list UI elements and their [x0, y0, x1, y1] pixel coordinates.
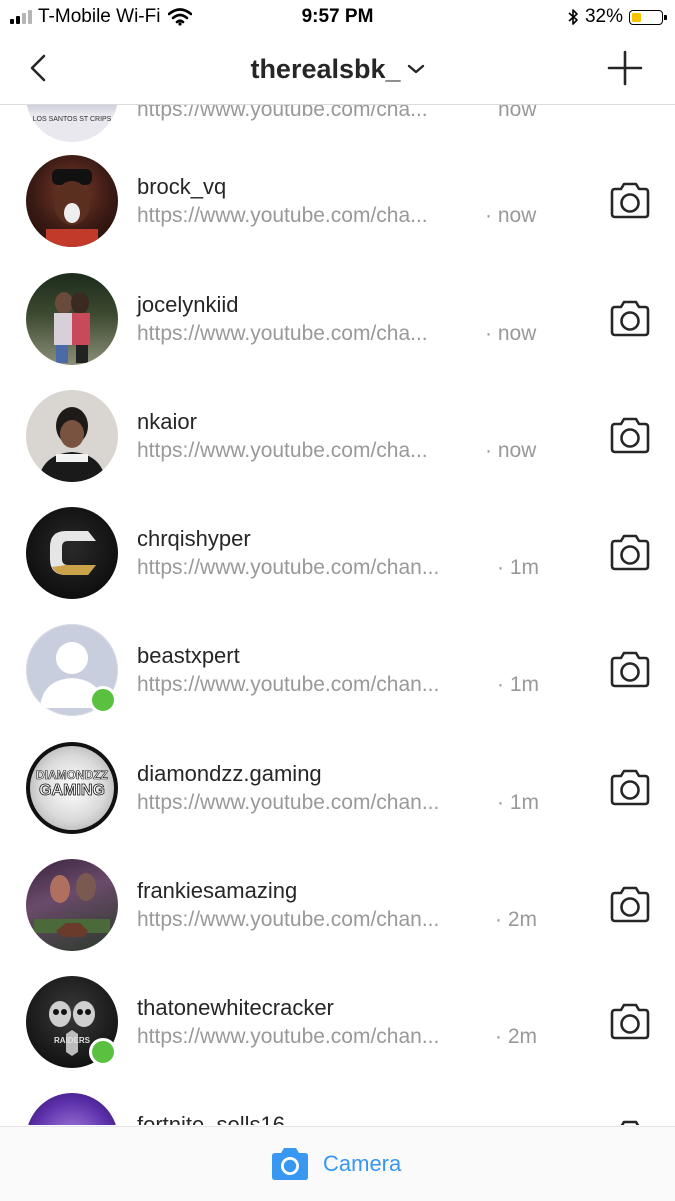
camera-icon[interactable] — [609, 651, 651, 689]
username: jocelynkiid — [137, 292, 239, 317]
chevron-down-icon — [407, 64, 424, 74]
avatar — [26, 1093, 118, 1125]
avatar — [26, 390, 118, 482]
battery-fill — [632, 12, 641, 22]
username: frankiesamazing — [137, 878, 298, 903]
timestamp: · 1m — [497, 556, 539, 579]
message-preview: https://www.youtube.com/chan... — [137, 791, 440, 814]
online-status-dot — [89, 686, 117, 714]
timestamp: · now — [485, 439, 537, 462]
avatar-text: DIAMONDZZ — [36, 768, 109, 783]
username: diamondzz.gaming — [137, 761, 322, 786]
battery-icon — [629, 9, 667, 25]
status-right: 32% — [567, 6, 667, 28]
timestamp: · 2m — [495, 1025, 537, 1048]
bluetooth-icon — [568, 9, 578, 25]
camera-icon[interactable] — [609, 182, 651, 220]
camera-icon[interactable] — [609, 417, 651, 455]
message-preview: https://www.youtube.com/chan... — [137, 908, 440, 931]
thread-row[interactable]: RAIDERS thatonewhitecracker https://www.… — [0, 976, 675, 1094]
avatar-caption: LOS SANTOS ST CRIPS — [32, 116, 112, 123]
page-title: therealsbk_ — [250, 54, 401, 84]
thread-row[interactable]: DIAMONDZZ GAMING diamondzz.gaming https:… — [0, 742, 675, 860]
avatar — [26, 507, 118, 599]
timestamp: now — [498, 105, 537, 121]
avatar-text: GAMING — [39, 782, 106, 800]
avatar — [26, 155, 118, 247]
username: chrqishyper — [137, 526, 251, 551]
message-preview: https://www.youtube.com/cha... — [137, 105, 428, 121]
thread-row[interactable]: beastxpert https://www.youtube.com/chan.… — [0, 624, 675, 742]
camera-icon[interactable] — [609, 534, 651, 572]
timestamp: · 1m — [497, 673, 539, 696]
username: brock_vq — [137, 174, 227, 199]
username: fortnite_sells16 — [137, 1112, 285, 1125]
thread-row[interactable]: chrqishyper https://www.youtube.com/chan… — [0, 507, 675, 625]
camera-icon[interactable] — [609, 300, 651, 338]
message-preview: https://www.youtube.com/chan... — [137, 1025, 440, 1048]
timestamp: · 1m — [497, 791, 539, 814]
username: beastxpert — [137, 643, 240, 668]
battery-percent: 32% — [584, 6, 623, 27]
camera-icon[interactable] — [609, 1003, 651, 1041]
camera-icon[interactable] — [609, 886, 651, 924]
timestamp: · 2m — [495, 908, 537, 931]
camera-label[interactable]: Camera — [323, 1151, 401, 1177]
username: thatonewhitecracker — [137, 995, 334, 1020]
thread-row[interactable]: LOS SANTOS ST CRIPS https://www.youtube.… — [0, 105, 675, 155]
timestamp: · now — [485, 322, 537, 345]
username: nkaior — [137, 409, 197, 434]
nav-bar: therealsbk_ — [0, 34, 675, 104]
avatar: LOS SANTOS ST CRIPS — [26, 105, 118, 142]
message-preview: https://www.youtube.com/cha... — [137, 439, 428, 462]
message-preview: https://www.youtube.com/chan... — [137, 556, 440, 579]
plus-icon[interactable] — [605, 48, 645, 88]
timestamp: · now — [485, 204, 537, 227]
message-preview: https://www.youtube.com/cha... — [137, 204, 428, 227]
avatar: DIAMONDZZ GAMING — [26, 742, 118, 834]
thread-row[interactable]: brock_vq https://www.youtube.com/cha... … — [0, 155, 675, 273]
message-preview: https://www.youtube.com/cha... — [137, 322, 428, 345]
camera-icon[interactable] — [270, 1147, 310, 1181]
status-bar: T-Mobile Wi-Fi 9:57 PM 32% — [0, 0, 675, 34]
camera-icon[interactable] — [609, 769, 651, 807]
avatar — [26, 273, 118, 365]
thread-row[interactable]: frankiesamazing https://www.youtube.com/… — [0, 859, 675, 977]
avatar — [26, 859, 118, 951]
thread-row[interactable]: jocelynkiid https://www.youtube.com/cha.… — [0, 273, 675, 391]
message-preview: https://www.youtube.com/chan... — [137, 673, 440, 696]
online-status-dot — [89, 1038, 117, 1066]
account-switcher[interactable]: therealsbk_ — [0, 54, 675, 85]
bottom-camera-bar[interactable]: Camera — [0, 1126, 675, 1201]
thread-row[interactable]: fortnite_sells16 — [0, 1093, 675, 1125]
thread-row[interactable]: nkaior https://www.youtube.com/cha... · … — [0, 390, 675, 508]
camera-icon[interactable] — [609, 1120, 651, 1125]
thread-list[interactable]: LOS SANTOS ST CRIPS https://www.youtube.… — [0, 105, 675, 1125]
